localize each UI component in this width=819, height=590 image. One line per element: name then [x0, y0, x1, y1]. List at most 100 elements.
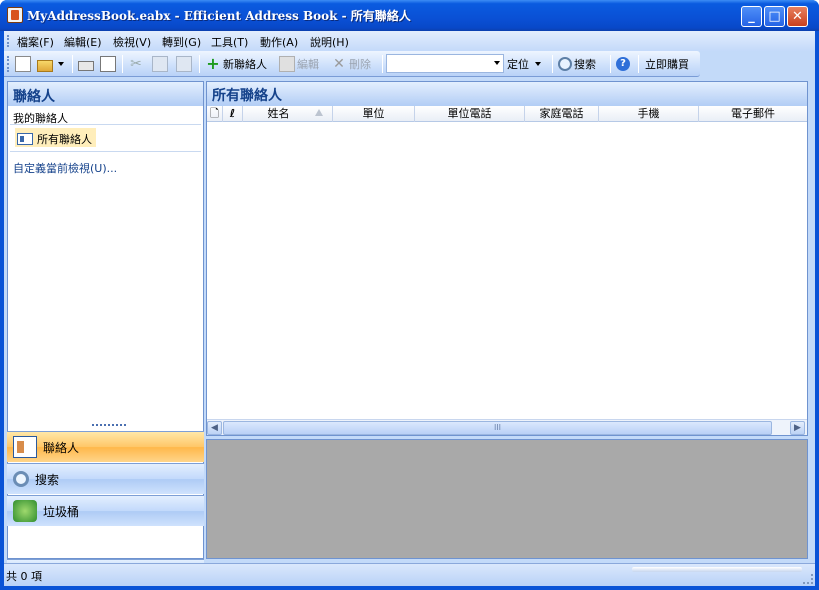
- new-file-button[interactable]: [15, 55, 33, 73]
- buy-now-button[interactable]: 立即購買: [645, 55, 689, 73]
- pane-splitter-grip-icon[interactable]: [92, 424, 126, 426]
- sort-ascending-icon: [315, 109, 323, 116]
- horizontal-scrollbar[interactable]: ◀ III ▶: [207, 419, 807, 435]
- edit-label: 編輯: [297, 58, 319, 71]
- edit-button[interactable]: 編輯: [279, 55, 319, 73]
- help-icon: ?: [616, 57, 630, 71]
- nav-button-trash-label: 垃圾桶: [43, 504, 80, 519]
- menu-actions[interactable]: 動作(A): [260, 34, 298, 50]
- status-bar: 共 0 項: [4, 563, 815, 586]
- print-preview-button[interactable]: [100, 55, 118, 73]
- print-preview-icon: [100, 56, 116, 72]
- new-file-icon: [15, 56, 31, 72]
- toolbar-separator: [382, 55, 383, 73]
- main-toolbar: ✂ + 新聯絡人 編輯 ✕ 刪除 定位 搜索 ? 立即購買: [4, 51, 700, 77]
- contact-list-pane: 所有聯絡人 🗋 ℓ 姓名 單位 單位電話 家庭電話 手機 電子郵件 ◀ III …: [206, 81, 808, 436]
- new-contact-button[interactable]: + 新聯絡人: [205, 55, 267, 73]
- column-header-mobile[interactable]: 手機: [599, 106, 699, 122]
- scroll-thumb[interactable]: III: [223, 421, 772, 435]
- contact-preview-pane: [206, 439, 808, 559]
- edit-icon: [279, 56, 295, 72]
- menu-tools[interactable]: 工具(T): [211, 34, 248, 50]
- divider: [10, 151, 201, 152]
- nav-button-search-label: 搜索: [35, 472, 60, 487]
- search-label: 搜索: [574, 58, 596, 71]
- nav-button-trash[interactable]: 垃圾桶: [7, 495, 204, 526]
- help-button[interactable]: ?: [616, 55, 632, 73]
- column-header-home-phone[interactable]: 家庭電話: [525, 106, 599, 122]
- title-bar[interactable]: MyAddressBook.eabx - Efficient Address B…: [0, 0, 819, 31]
- toolbar-separator: [552, 55, 553, 73]
- client-area: 檔案(F) 編輯(E) 檢視(V) 轉到(G) 工具(T) 動作(A) 說明(H…: [4, 31, 815, 586]
- menu-help[interactable]: 說明(H): [310, 34, 349, 50]
- search-icon: [558, 57, 572, 71]
- menu-grip-icon[interactable]: [7, 35, 10, 47]
- new-contact-label: 新聯絡人: [223, 58, 267, 71]
- locate-combo-box[interactable]: [386, 54, 504, 73]
- column-header-name-label: 姓名: [267, 107, 290, 120]
- contacts-icon: [13, 436, 37, 458]
- address-book-app-icon[interactable]: [7, 7, 23, 23]
- close-button[interactable]: ✕: [787, 6, 808, 27]
- copy-button[interactable]: [152, 55, 170, 73]
- copy-icon: [152, 56, 168, 72]
- chevron-down-icon[interactable]: [494, 61, 500, 65]
- chevron-down-icon: [535, 62, 541, 66]
- menu-bar: 檔案(F) 編輯(E) 檢視(V) 轉到(G) 工具(T) 動作(A) 說明(H…: [4, 31, 815, 51]
- nav-button-contacts[interactable]: 聯絡人: [7, 431, 204, 462]
- minimize-button[interactable]: _: [741, 6, 762, 27]
- chevron-down-icon: [58, 62, 64, 66]
- resize-grip-icon[interactable]: [803, 574, 813, 584]
- list-pane-title: 所有聯絡人: [207, 82, 807, 106]
- delete-button[interactable]: ✕ 刪除: [331, 55, 371, 73]
- open-folder-icon: [37, 59, 53, 72]
- nav-button-search[interactable]: 搜索: [7, 463, 204, 494]
- customize-current-view-link[interactable]: 自定義當前檢視(U)...: [13, 160, 117, 176]
- print-button[interactable]: [78, 55, 96, 73]
- column-item-type-icon[interactable]: 🗋: [207, 106, 223, 122]
- status-progress-bar: [632, 567, 802, 572]
- folder-all-contacts[interactable]: 所有聯絡人: [15, 128, 96, 147]
- menu-goto[interactable]: 轉到(G): [162, 34, 201, 50]
- magnifier-icon: [13, 471, 29, 487]
- column-header-company[interactable]: 單位: [333, 106, 415, 122]
- printer-icon: [78, 61, 94, 71]
- column-header-name[interactable]: 姓名: [243, 106, 333, 122]
- app-window: MyAddressBook.eabx - Efficient Address B…: [0, 0, 819, 590]
- toolbar-grip-icon[interactable]: [7, 56, 10, 72]
- buy-now-label: 立即購買: [645, 58, 689, 71]
- folder-all-contacts-label: 所有聯絡人: [37, 132, 92, 146]
- nav-button-contacts-label: 聯絡人: [43, 440, 80, 455]
- scroll-left-icon[interactable]: ◀: [207, 421, 222, 435]
- nav-pane-title: 聯絡人: [8, 82, 203, 106]
- menu-view[interactable]: 檢視(V): [113, 34, 151, 50]
- menu-edit[interactable]: 編輯(E): [64, 34, 102, 50]
- menu-file[interactable]: 檔案(F): [17, 34, 54, 50]
- delete-x-icon: ✕: [333, 56, 345, 72]
- locate-button[interactable]: 定位: [507, 55, 541, 73]
- toolbar-separator: [638, 55, 639, 73]
- cut-button[interactable]: ✂: [128, 55, 146, 73]
- item-count-status: 共 0 項: [6, 570, 42, 583]
- delete-label: 刪除: [349, 58, 371, 71]
- scissors-icon: ✂: [130, 56, 142, 72]
- maximize-button[interactable]: □: [764, 6, 785, 27]
- toolbar-separator: [199, 55, 200, 73]
- plus-icon: +: [206, 54, 220, 73]
- toolbar-separator: [72, 55, 73, 73]
- column-attachment-icon[interactable]: ℓ: [223, 106, 243, 122]
- window-title: MyAddressBook.eabx - Efficient Address B…: [27, 9, 411, 23]
- toolbar-separator: [610, 55, 611, 73]
- column-header-email[interactable]: 電子郵件: [699, 106, 807, 122]
- toolbar-separator: [122, 55, 123, 73]
- column-header-row: 🗋 ℓ 姓名 單位 單位電話 家庭電話 手機 電子郵件: [207, 106, 807, 122]
- divider: [10, 124, 201, 125]
- scroll-right-icon[interactable]: ▶: [790, 421, 805, 435]
- open-file-button[interactable]: [37, 55, 64, 73]
- contact-card-icon: [17, 132, 33, 145]
- paste-icon: [176, 56, 192, 72]
- paste-button[interactable]: [176, 55, 194, 73]
- recycle-bin-icon: [13, 500, 37, 522]
- column-header-work-phone[interactable]: 單位電話: [415, 106, 525, 122]
- search-button[interactable]: 搜索: [558, 55, 596, 73]
